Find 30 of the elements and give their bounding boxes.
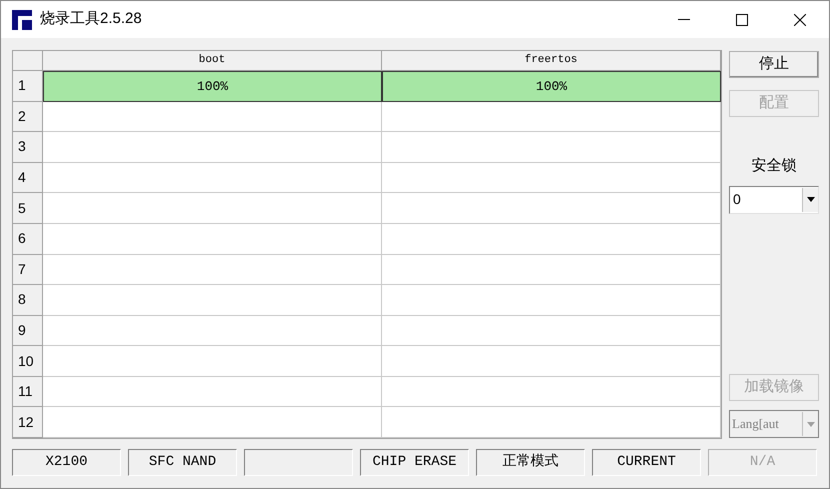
row-header: 5	[13, 193, 43, 224]
row-header: 2	[13, 102, 43, 132]
status-panel: CURRENT	[592, 449, 701, 476]
close-icon	[794, 14, 806, 26]
status-panel: 正常模式	[476, 449, 585, 476]
button[interactable]: 停止	[729, 51, 819, 78]
table-cell: 100%	[43, 71, 382, 102]
row-header: 6	[13, 224, 43, 254]
status-panel: X2100	[12, 449, 121, 476]
minimize-icon	[678, 18, 690, 20]
row-header: 7	[13, 254, 43, 286]
status-panel: CHIP ERASE	[360, 449, 469, 476]
column-header: boot	[43, 51, 382, 71]
app-logo-icon	[12, 10, 32, 30]
lock-dropdown[interactable]: 0	[729, 186, 819, 214]
status-panel: SFC NAND	[128, 449, 237, 476]
row-header: 4	[13, 162, 43, 194]
column-header: freertos	[382, 51, 721, 71]
maximize-icon	[736, 14, 748, 26]
status-panel: N/A	[708, 449, 817, 476]
table-cell: 100%	[382, 71, 721, 102]
window-title: 烧录工具2.5.28	[40, 9, 142, 30]
row-header: 1	[13, 71, 43, 102]
row-header: 11	[13, 376, 43, 408]
row-header: 10	[13, 346, 43, 377]
lock-label: 安全锁	[750, 156, 798, 176]
row-header: 3	[13, 132, 43, 163]
row-header: 12	[13, 407, 43, 438]
row-header: 8	[13, 285, 43, 316]
row-header: 9	[13, 316, 43, 346]
